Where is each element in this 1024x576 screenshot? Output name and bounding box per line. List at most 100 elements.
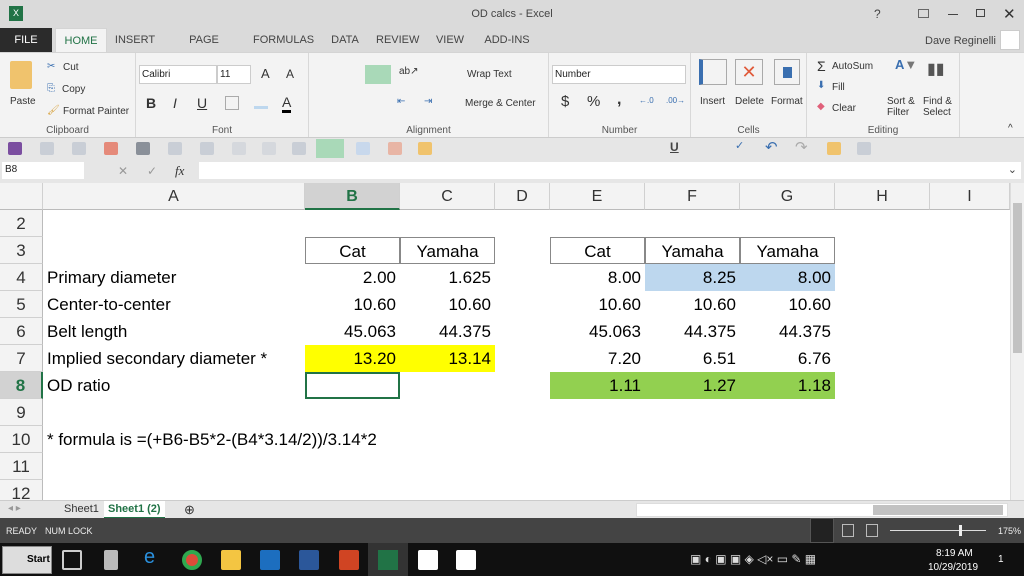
cell-A5[interactable]: Center-to-center [43, 291, 305, 318]
row-header-9[interactable]: 9 [0, 399, 43, 426]
orientation-icon[interactable]: ab↗ [399, 66, 419, 77]
tab-review[interactable]: REVIEW [376, 28, 419, 52]
row-header-6[interactable]: 6 [0, 318, 43, 345]
insert-function-button[interactable]: fx [175, 163, 184, 179]
number-format-select[interactable]: Number [552, 65, 686, 84]
tab-home[interactable]: HOME [55, 28, 107, 52]
insert-button[interactable]: Insert [700, 96, 725, 107]
search-icon[interactable] [262, 142, 276, 155]
find-select-button[interactable]: Find & Select [923, 96, 952, 118]
open-folder-icon[interactable] [827, 142, 841, 155]
formula-input[interactable]: ⌄ [199, 162, 1021, 179]
cut-button[interactable]: Cut [63, 62, 79, 73]
copy-button[interactable]: Copy [62, 84, 85, 95]
selected-cell-B8[interactable] [305, 372, 400, 399]
column-header-F[interactable]: F [645, 183, 740, 210]
font-name-select[interactable]: Calibri [139, 65, 217, 84]
spelling-icon[interactable]: ✓ [735, 139, 749, 152]
borders-icon[interactable] [225, 96, 239, 110]
cell-B7[interactable]: 13.20 [305, 345, 400, 372]
name-box[interactable]: B8 [2, 162, 84, 179]
zoom-slider[interactable] [890, 525, 986, 536]
delete-button[interactable]: Delete [735, 96, 764, 107]
column-header-I[interactable]: I [930, 183, 1010, 210]
tab-insert[interactable]: INSERT [112, 28, 158, 52]
powerpoint-icon[interactable] [339, 550, 359, 570]
tab-page-layout[interactable]: PAGE LAYOUT [170, 28, 238, 70]
table-icon[interactable] [356, 142, 370, 155]
sheet-tab-sheet1-2[interactable]: Sheet1 (2) [104, 501, 165, 519]
decrease-indent-icon[interactable]: ⇤ [397, 96, 405, 107]
cell-G8[interactable]: 1.18 [740, 372, 835, 399]
normal-view-button[interactable] [810, 518, 834, 543]
tab-data[interactable]: DATA [328, 28, 362, 52]
cell-G4[interactable]: 8.00 [740, 264, 835, 291]
autosum-button[interactable]: AutoSum [832, 61, 873, 72]
increase-indent-icon[interactable]: ⇥ [424, 96, 432, 107]
minimize-button[interactable] [948, 14, 958, 15]
column-header-A[interactable]: A [43, 183, 305, 210]
column-header-D[interactable]: D [495, 183, 550, 210]
cell-F8[interactable]: 1.27 [645, 372, 740, 399]
zoom-level[interactable]: 175% [998, 526, 1021, 536]
collapse-ribbon-icon[interactable]: ^ [1008, 123, 1013, 134]
enter-icon[interactable]: ✓ [147, 164, 157, 178]
cell-F5[interactable]: 10.60 [645, 291, 740, 318]
merge-center-button[interactable]: Merge & Center [465, 98, 536, 109]
undo-icon[interactable]: ↶ [765, 138, 779, 156]
percent-button[interactable]: % [587, 93, 600, 110]
column-header-B[interactable]: B [305, 183, 400, 210]
tab-formulas[interactable]: FORMULAS [253, 28, 314, 52]
page-setup-icon[interactable] [168, 142, 182, 155]
tab-add-ins[interactable]: ADD-INS [482, 28, 532, 52]
bold-icon[interactable]: B [146, 95, 156, 111]
fill-button[interactable]: Fill [832, 82, 845, 93]
horizontal-scrollbar[interactable] [636, 503, 1008, 517]
excel-taskbar-button[interactable] [368, 543, 408, 576]
print-preview-icon[interactable] [40, 142, 54, 155]
print-icon[interactable] [200, 142, 214, 155]
cell-F6[interactable]: 44.375 [645, 318, 740, 345]
email-icon[interactable] [72, 142, 86, 155]
cell-A10[interactable]: * formula is =(+B6-B5*2-(B4*3.14/2))/3.1… [43, 426, 377, 453]
start-button[interactable]: Start [2, 546, 52, 574]
word-icon[interactable] [299, 550, 319, 570]
row-header-3[interactable]: 3 [0, 237, 43, 264]
cell-G3[interactable]: Yamaha [740, 237, 835, 264]
format-painter-button[interactable]: Format Painter [63, 106, 129, 117]
cell-G5[interactable]: 10.60 [740, 291, 835, 318]
pdf-icon[interactable] [104, 142, 118, 155]
cell-B4[interactable]: 2.00 [305, 264, 400, 291]
paste-button[interactable]: Paste [10, 96, 36, 107]
cell-A6[interactable]: Belt length [43, 318, 305, 345]
user-name[interactable]: Dave Reginelli [925, 35, 996, 47]
underline-qat-icon[interactable]: U [670, 140, 684, 154]
grow-font-icon[interactable]: A [261, 66, 270, 81]
edge-icon[interactable]: e [144, 546, 164, 568]
cell-E4[interactable]: 8.00 [550, 264, 645, 291]
gridlines-toggle[interactable] [316, 139, 344, 158]
cell-G7[interactable]: 6.76 [740, 345, 835, 372]
zoom-icon[interactable] [232, 142, 246, 155]
cancel-icon[interactable]: ✕ [118, 164, 128, 178]
page-layout-view-button[interactable] [842, 524, 854, 537]
vertical-scrollbar[interactable] [1010, 183, 1024, 500]
row-header-10[interactable]: 10 [0, 426, 43, 453]
redo-icon[interactable]: ↷ [795, 138, 809, 156]
italic-icon[interactable]: I [173, 95, 177, 111]
wrap-text-button[interactable]: Wrap Text [467, 69, 512, 80]
file-explorer-icon[interactable] [221, 550, 241, 570]
avatar[interactable] [1000, 30, 1020, 50]
fill-color-icon[interactable] [254, 97, 268, 109]
cell-F3[interactable]: Yamaha [645, 237, 740, 264]
help-button[interactable]: ? [874, 7, 881, 21]
page-break-view-button[interactable] [866, 524, 878, 537]
row-header-2[interactable]: 2 [0, 210, 43, 237]
print-titles-icon[interactable] [388, 142, 402, 155]
font-size-select[interactable]: 11 [217, 65, 251, 84]
cell-E3[interactable]: Cat [550, 237, 645, 264]
font-color-icon[interactable]: A [282, 94, 292, 113]
column-header-C[interactable]: C [400, 183, 495, 210]
cell-E8[interactable]: 1.11 [550, 372, 645, 399]
increase-decimal-icon[interactable]: ←.0 [639, 96, 654, 105]
